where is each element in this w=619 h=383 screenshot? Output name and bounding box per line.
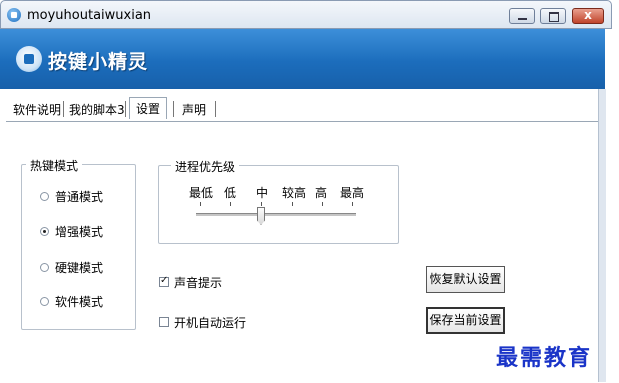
hotkey-mode-title: 热键模式 xyxy=(26,157,83,174)
radio-hardware-mode-label: 硬键模式 xyxy=(55,261,104,275)
title-bar: moyuhoutaiwuxian x xyxy=(0,0,612,29)
tab-statement[interactable]: 声明 xyxy=(182,100,206,120)
window-right-edge xyxy=(598,89,606,382)
save-settings-button[interactable]: 保存当前设置 xyxy=(426,307,505,334)
sound-prompt-checkbox[interactable] xyxy=(159,275,169,287)
radio-normal-mode[interactable] xyxy=(40,192,49,201)
tab-settings[interactable]: 设置 xyxy=(129,97,168,119)
priority-level-above-normal: 较高 xyxy=(282,186,307,200)
brand-name: 按键小精灵 xyxy=(48,51,149,73)
slider-tick xyxy=(200,202,201,206)
close-icon: x xyxy=(584,8,592,22)
tab-separator xyxy=(125,101,126,117)
window-title: moyuhoutaiwuxian xyxy=(27,8,152,23)
brand-logo-icon xyxy=(16,46,42,72)
priority-level-normal: 中 xyxy=(256,186,269,200)
priority-slider-track[interactable] xyxy=(196,213,356,216)
radio-software-mode[interactable] xyxy=(40,297,49,306)
autostart-checkbox[interactable] xyxy=(159,317,169,327)
tab-software-info[interactable]: 软件说明 xyxy=(13,100,61,120)
slider-tick xyxy=(322,202,323,206)
radio-hardware-mode[interactable] xyxy=(40,263,49,272)
priority-level-lowest: 最低 xyxy=(189,186,214,200)
maximize-button[interactable] xyxy=(540,8,566,24)
slider-tick xyxy=(352,202,353,206)
tab-bar: 软件说明 我的脚本3 设置 声明 xyxy=(0,97,600,121)
radio-enhanced-mode[interactable] xyxy=(40,227,49,236)
radio-software-mode-label: 软件模式 xyxy=(55,295,104,309)
radio-enhanced-mode-label: 增强模式 xyxy=(55,225,104,239)
brand-banner: 按键小精灵 xyxy=(0,29,605,89)
app-window: moyuhoutaiwuxian x 按键小精灵 软件说明 我的脚本3 设置 声… xyxy=(0,0,619,383)
app-icon xyxy=(7,8,21,22)
minimize-button[interactable] xyxy=(509,8,535,24)
slider-tick xyxy=(292,202,293,206)
slider-tick xyxy=(230,202,231,206)
process-priority-title: 进程优先级 xyxy=(171,158,240,175)
priority-level-low: 低 xyxy=(224,186,237,200)
priority-level-highest: 最高 xyxy=(340,186,365,200)
radio-normal-mode-label: 普通模式 xyxy=(55,190,104,204)
tab-separator xyxy=(63,101,64,117)
watermark-text: 最需教育 xyxy=(496,345,593,371)
slider-tick xyxy=(261,202,262,206)
tab-separator xyxy=(215,101,216,117)
autostart-label: 开机自动运行 xyxy=(174,316,247,330)
close-button[interactable]: x xyxy=(572,8,604,24)
process-priority-group: 进程优先级 xyxy=(158,158,399,244)
sound-prompt-label: 声音提示 xyxy=(174,276,223,290)
tab-separator xyxy=(173,101,174,117)
restore-defaults-button[interactable]: 恢复默认设置 xyxy=(426,266,505,293)
priority-level-high: 高 xyxy=(315,186,328,200)
tab-my-script[interactable]: 我的脚本3 xyxy=(69,100,125,120)
